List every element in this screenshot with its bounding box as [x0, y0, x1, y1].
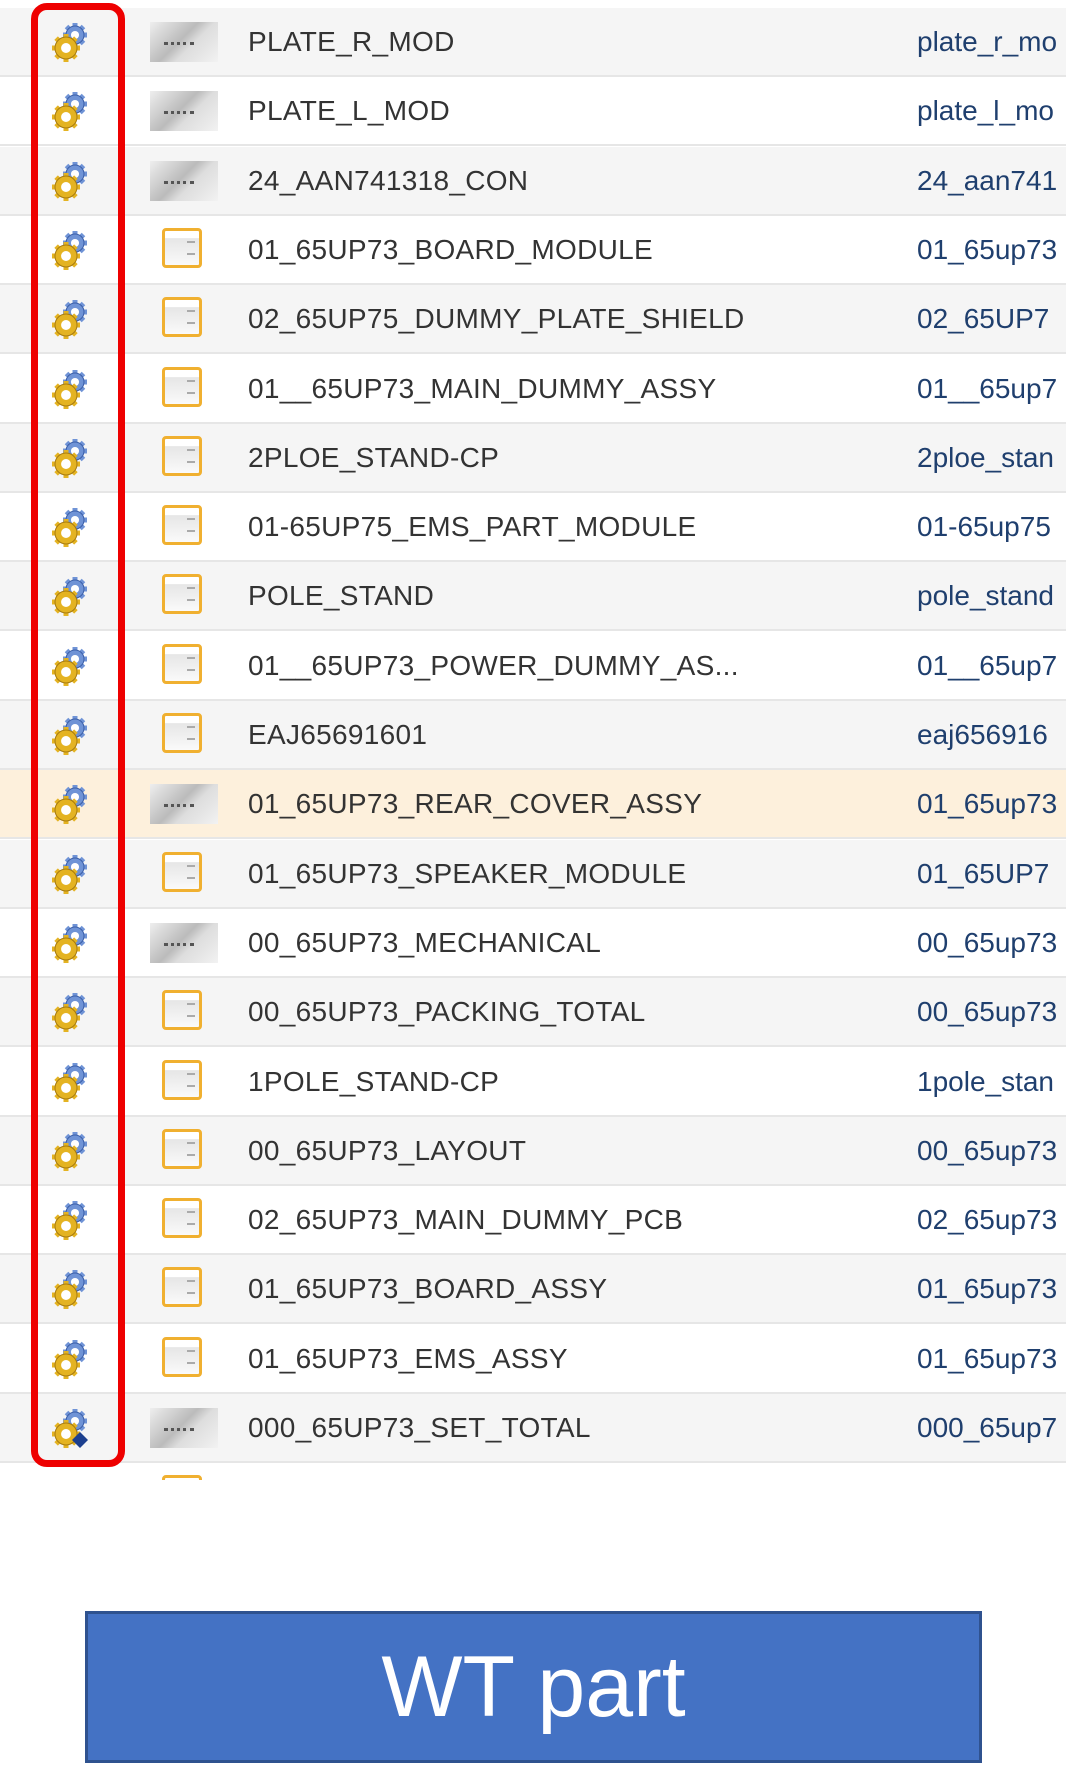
document-icon[interactable] — [162, 1128, 202, 1169]
caption-text: WT part — [381, 1638, 686, 1735]
document-icon[interactable] — [162, 1475, 202, 1480]
document-icon[interactable] — [162, 435, 202, 476]
annotation-highlight-box — [31, 3, 125, 1467]
part-number: 01_65UP7 — [917, 857, 1050, 889]
parts-table: PLATE_R_MOD plate_r_mo PLATE_L_MOD plate_l_… — [0, 8, 1066, 1480]
part-name-link[interactable]: 01_65UP73_BOARD_MODULE — [248, 234, 653, 266]
part-number: plate_r_mo — [917, 26, 1058, 57]
document-icon[interactable] — [162, 713, 202, 753]
part-name-link[interactable]: 2PLOE_STAND-CP — [248, 442, 499, 474]
part-number: 01__65up7 — [917, 372, 1058, 404]
cad-thumbnail[interactable] — [150, 784, 218, 825]
part-number: 01-65up75 — [917, 511, 1051, 543]
part-name-link[interactable]: PLATE_L_MOD — [248, 95, 450, 127]
part-number: 02_65up73 — [917, 1204, 1058, 1236]
part-number: plate_l_mo — [917, 95, 1054, 127]
table-row[interactable]: 01_65UP73_SPEAKER_MODULE 01_65UP7 — [0, 839, 1066, 909]
document-icon[interactable] — [162, 227, 202, 268]
table-row[interactable]: POLE_STAND pole_stand — [0, 562, 1066, 632]
part-number: 01_65up73 — [917, 1273, 1058, 1305]
part-name-link[interactable]: 00_65UP73_MECHANICAL — [248, 927, 601, 959]
part-name-link[interactable]: 24_AAN741318_CON — [248, 165, 528, 197]
document-icon[interactable] — [162, 366, 202, 407]
document-icon[interactable] — [162, 574, 202, 615]
part-number: 01_65up73 — [917, 788, 1058, 820]
table-row[interactable]: 00_65UP73_LAYOUT 00_65up73 — [0, 1116, 1066, 1186]
part-name-link[interactable]: 01__65UP73_MAIN_DUMMY_ASSY — [248, 373, 716, 405]
table-row[interactable]: PLATE_L_MOD plate_l_mo — [0, 77, 1066, 147]
part-name-link[interactable]: 01__65UP73_POWER_DUMMY_AS... — [248, 650, 739, 682]
table-row[interactable]: 01_65UP73_BOARD_ASSY 01_65up73 — [0, 1255, 1066, 1325]
table-row[interactable]: 01_65UP73_EMS_ASSY 01_65up73 — [0, 1325, 1066, 1394]
part-name-link[interactable]: 00_65UP73_PACKING_TOTAL — [248, 996, 646, 1028]
document-icon[interactable] — [162, 990, 202, 1031]
table-row[interactable]: 2PLOE_STAND-CP 2ploe_stan — [0, 423, 1066, 493]
cad-thumbnail[interactable] — [150, 91, 218, 132]
document-icon[interactable] — [162, 1198, 202, 1239]
part-number: 2ploe_stan — [917, 441, 1055, 473]
part-name-link[interactable]: 01_65UP73_SPEAKER_MODULE — [248, 858, 686, 890]
part-number: 24_aan741 — [917, 164, 1058, 196]
part-name-link[interactable]: PLATE_R_MOD — [248, 26, 455, 58]
document-icon[interactable] — [162, 851, 202, 892]
part-number: 00_65up73 — [917, 996, 1058, 1028]
part-number: pole_stand — [917, 580, 1055, 612]
table-row[interactable]: 24_AAN741318_CON 24_aan741 — [0, 146, 1066, 216]
table-row[interactable]: 00000000058100_65__73 — [0, 1463, 1066, 1480]
part-name-link[interactable]: 02_65UP75_DUMMY_PLATE_SHIELD — [248, 303, 745, 335]
part-number: 01_65up73 — [917, 1342, 1058, 1374]
part-name-link[interactable]: 01_65UP73_BOARD_ASSY — [248, 1273, 607, 1305]
table-row[interactable]: 00_65UP73_PACKING_TOTAL 00_65up73 — [0, 978, 1066, 1048]
document-icon[interactable] — [162, 1059, 202, 1100]
part-number: 1pole_stan — [917, 1065, 1055, 1097]
table-row[interactable]: EAJ65691601 eaj656916 — [0, 701, 1066, 770]
part-name-link[interactable]: 1POLE_STAND-CP — [248, 1066, 499, 1098]
table-row[interactable]: 01_65UP73_BOARD_MODULE 01_65up73 — [0, 216, 1066, 285]
part-number: 00_65up73 — [917, 1134, 1058, 1166]
document-icon[interactable] — [162, 1267, 202, 1308]
part-name-link[interactable]: 02_65UP73_MAIN_DUMMY_PCB — [248, 1204, 683, 1236]
part-number: eaj656916 — [917, 719, 1048, 750]
part-name-link[interactable]: 00_65UP73_LAYOUT — [248, 1135, 526, 1167]
table-row[interactable]: PLATE_R_MOD plate_r_mo — [0, 8, 1066, 77]
part-name-link[interactable]: 01_65UP73_REAR_COVER_ASSY — [248, 788, 702, 820]
table-row[interactable]: 01__65UP73_POWER_DUMMY_AS... 01__65up7 — [0, 632, 1066, 701]
part-number: 02_65UP7 — [917, 303, 1050, 335]
part-name-link[interactable]: EAJ65691601 — [248, 719, 427, 751]
table-row[interactable]: 000_65UP73_SET_TOTAL 000_65up7 — [0, 1394, 1066, 1463]
document-icon[interactable] — [162, 297, 202, 338]
table-row[interactable]: 01-65UP75_EMS_PART_MODULE 01-65up75 — [0, 493, 1066, 563]
table-row[interactable]: 00_65UP73_MECHANICAL 00_65up73 — [0, 909, 1066, 978]
part-name-link[interactable]: 000_65UP73_SET_TOTAL — [248, 1412, 591, 1444]
part-number: 01_65up73 — [917, 233, 1058, 265]
cad-thumbnail[interactable] — [150, 22, 218, 62]
cad-thumbnail[interactable] — [150, 922, 218, 963]
part-number: 00_65up73 — [917, 926, 1058, 958]
part-number: 000_65up7 — [917, 1412, 1058, 1443]
caption-box: WT part — [85, 1611, 982, 1763]
cad-thumbnail[interactable] — [150, 1408, 218, 1448]
cad-thumbnail[interactable] — [150, 160, 218, 201]
table-row[interactable]: 01_65UP73_REAR_COVER_ASSY 01_65up73 — [0, 770, 1066, 840]
part-name-link[interactable]: 01_65UP73_EMS_ASSY — [248, 1343, 568, 1375]
part-number: 01__65up7 — [917, 649, 1058, 681]
table-row[interactable]: 1POLE_STAND-CP 1pole_stan — [0, 1048, 1066, 1117]
table-row[interactable]: 02_65UP75_DUMMY_PLATE_SHIELD 02_65UP7 — [0, 285, 1066, 355]
document-icon[interactable] — [162, 1336, 202, 1377]
part-name-link[interactable]: 01-65UP75_EMS_PART_MODULE — [248, 511, 696, 543]
part-gear-outline-icon[interactable] — [48, 1475, 92, 1480]
table-row[interactable]: 01__65UP73_MAIN_DUMMY_ASSY 01__65up7 — [0, 355, 1066, 424]
part-name-link[interactable]: POLE_STAND — [248, 580, 434, 612]
document-icon[interactable] — [162, 505, 202, 546]
table-row[interactable]: 02_65UP73_MAIN_DUMMY_PCB 02_65up73 — [0, 1186, 1066, 1256]
document-icon[interactable] — [162, 643, 202, 684]
